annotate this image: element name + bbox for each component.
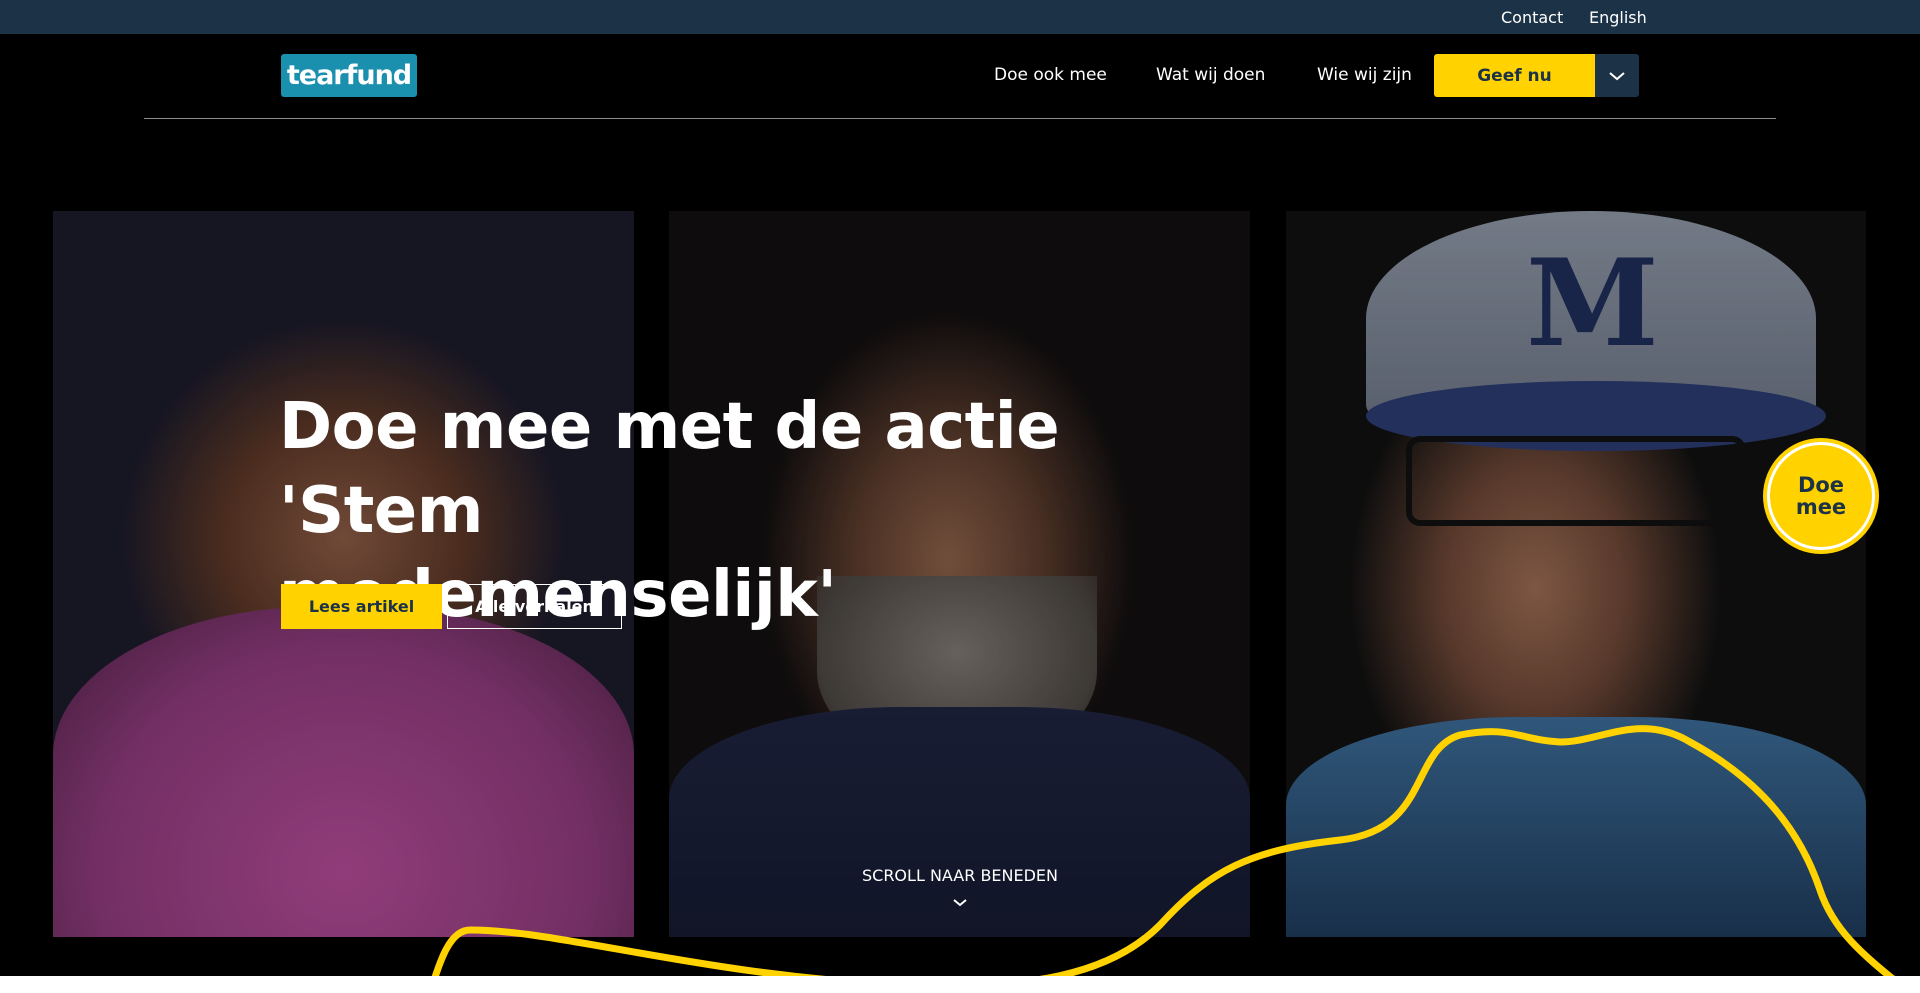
chevron-down-icon	[1609, 71, 1625, 80]
give-dropdown-toggle[interactable]	[1595, 54, 1639, 97]
nav-item-wie-wij-zijn[interactable]: Wie wij zijn	[1317, 65, 1412, 85]
logo-text: tearfund	[286, 60, 412, 91]
header-divider	[144, 118, 1776, 119]
language-link[interactable]: English	[1589, 8, 1647, 27]
give-now-button[interactable]: Geef nu	[1434, 54, 1595, 97]
contact-link[interactable]: Contact	[1501, 8, 1563, 27]
tearfund-logo[interactable]: tearfund	[281, 54, 417, 97]
scroll-down-label[interactable]: SCROLL NAAR BENEDEN	[0, 866, 1920, 885]
read-article-button[interactable]: Lees artikel	[281, 584, 442, 629]
give-button-group: Geef nu	[1434, 54, 1639, 97]
chevron-down-icon[interactable]	[952, 898, 968, 908]
nav-item-doe-ook-mee[interactable]: Doe ook mee	[994, 65, 1107, 85]
join-badge-button[interactable]: Doe mee	[1767, 442, 1875, 550]
site-header: tearfund Doe ook mee Wat wij doen Wie wi…	[0, 34, 1920, 119]
hero-title-line-1: Doe mee met de actie 'Stem	[279, 390, 1060, 548]
content-section-start	[0, 976, 1920, 993]
nav-item-wat-wij-doen[interactable]: Wat wij doen	[1156, 65, 1265, 85]
all-stories-button[interactable]: Alle verhalen	[447, 584, 622, 629]
utility-bar: Contact English	[0, 0, 1920, 34]
join-badge-label: Doe mee	[1795, 473, 1847, 519]
hero-photo-young-man: M	[1286, 211, 1866, 937]
